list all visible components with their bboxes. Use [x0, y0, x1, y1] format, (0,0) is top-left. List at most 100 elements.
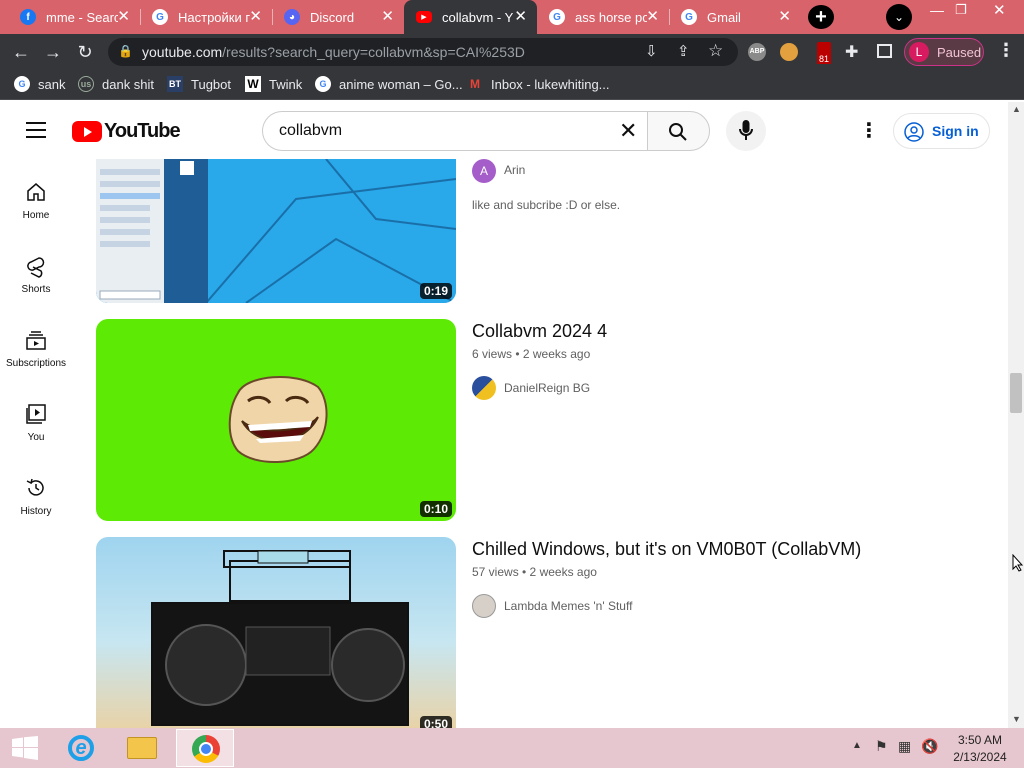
ublock-icon[interactable]: 81: [814, 42, 834, 64]
back-button[interactable]: ←: [9, 40, 33, 64]
video-thumbnail[interactable]: 0:50: [96, 537, 456, 728]
history-icon: [26, 478, 44, 496]
chrome-taskbar-button[interactable]: [176, 729, 234, 767]
clock-time[interactable]: 3:50 AM: [950, 733, 1010, 747]
google-icon: G: [681, 9, 697, 25]
search-button[interactable]: [647, 111, 710, 151]
home-icon: [27, 183, 45, 201]
nav-shorts[interactable]: Shorts: [0, 248, 72, 322]
action-center-flag-icon[interactable]: ⚑: [875, 738, 888, 755]
video-duration: 0:50: [419, 716, 452, 728]
clear-search-icon[interactable]: ✕: [619, 118, 637, 144]
clock-date[interactable]: 2/13/2024: [950, 750, 1010, 764]
microphone-icon: [739, 120, 753, 140]
side-panel-icon[interactable]: [877, 44, 892, 58]
channel-avatar[interactable]: A: [472, 159, 496, 183]
bookmark-inbox[interactable]: M Inbox - lukewhiting...: [467, 76, 610, 92]
install-icon[interactable]: ⇩: [645, 42, 658, 60]
tab-gmail[interactable]: G Gmail ✕: [669, 0, 801, 34]
library-icon: [26, 404, 46, 424]
menu-icon[interactable]: ⋮: [997, 40, 1015, 61]
restore-button[interactable]: ❐: [955, 2, 967, 18]
internet-explorer-icon[interactable]: e: [62, 732, 100, 764]
search-input[interactable]: collabvm ✕: [262, 111, 648, 151]
reload-button[interactable]: ↻: [73, 40, 97, 64]
bookmark-dank-shit[interactable]: us dank shit: [78, 76, 154, 92]
url-text[interactable]: youtube.com/results?search_query=collabv…: [142, 44, 525, 60]
google-icon: G: [549, 9, 565, 25]
new-tab-button[interactable]: +: [808, 5, 834, 29]
channel-name[interactable]: Arin: [504, 163, 525, 177]
tray-expand-icon[interactable]: ▲: [852, 740, 862, 751]
tab-search[interactable]: G ass horse po ✕: [537, 0, 669, 34]
video-metadata: 57 views • 2 weeks ago: [472, 565, 597, 579]
network-icon[interactable]: ▦: [898, 738, 911, 755]
bookmark-tugbot[interactable]: BT Tugbot: [167, 76, 231, 92]
url-host: youtube.com: [142, 44, 223, 60]
tab-facebook[interactable]: f mme - Searc ✕: [8, 0, 140, 34]
close-icon[interactable]: ✕: [117, 8, 130, 25]
share-icon[interactable]: ⇪: [677, 42, 690, 60]
boombox-drawing: [151, 550, 409, 726]
nav-home[interactable]: Home: [0, 174, 72, 248]
youtube-page: YouTube collabvm ✕ ⋮ Sign in Home Shorts…: [0, 102, 1008, 728]
youtube-play-icon: [72, 121, 102, 142]
video-title[interactable]: Collabvm 2024 4: [472, 321, 607, 342]
shorts-icon: [27, 257, 45, 278]
bookmark-twink[interactable]: W Twink: [245, 76, 302, 92]
tab-title: mme - Searc: [46, 9, 118, 25]
nav-history[interactable]: History: [0, 470, 72, 544]
url-path: /results?search_query=collabvm&sp=CAI%25…: [222, 44, 525, 60]
tab-search-button[interactable]: ⌄: [886, 4, 912, 30]
scrollbar-thumb[interactable]: [1010, 373, 1022, 413]
channel-name[interactable]: DanielReign BG: [504, 381, 590, 395]
channel-name[interactable]: Lambda Memes 'n' Stuff: [504, 599, 632, 613]
tab-youtube-active[interactable]: ▶ collabvm - Y ✕: [404, 0, 537, 34]
wikipedia-icon: W: [245, 76, 261, 92]
nav-subscriptions[interactable]: Subscriptions: [0, 322, 72, 396]
scroll-up-arrow-icon[interactable]: ▲: [1012, 104, 1021, 114]
video-thumbnail[interactable]: 0:19: [96, 159, 456, 303]
scroll-down-arrow-icon[interactable]: ▼: [1012, 714, 1021, 724]
close-icon[interactable]: ✕: [381, 8, 394, 25]
page-scrollbar[interactable]: ▲ ▼: [1008, 102, 1024, 728]
close-icon[interactable]: ✕: [514, 8, 527, 25]
bookmark-star-icon[interactable]: ☆: [708, 41, 723, 61]
tab-title: ass horse po: [575, 9, 647, 25]
extensions-puzzle-icon[interactable]: ✚: [845, 42, 858, 62]
tab-title: Настройки г: [178, 9, 250, 25]
voice-search-button[interactable]: [726, 111, 766, 151]
file-explorer-icon[interactable]: [124, 734, 160, 762]
tab-strip: f mme - Searc ✕ G Настройки г ✕ ◕ Discor…: [0, 0, 1024, 34]
forward-button[interactable]: →: [41, 40, 65, 64]
close-window-button[interactable]: ✕: [993, 1, 1006, 19]
trollface-image: [228, 376, 328, 463]
video-duration: 0:19: [419, 283, 452, 299]
close-icon[interactable]: ✕: [778, 8, 791, 25]
minimize-button[interactable]: —: [930, 2, 944, 18]
tab-settings[interactable]: G Настройки г ✕: [140, 0, 272, 34]
tab-discord[interactable]: ◕ Discord ✕: [272, 0, 404, 34]
video-title[interactable]: Chilled Windows, but it's on VM0B0T (Col…: [472, 539, 861, 560]
channel-avatar[interactable]: [472, 594, 496, 618]
bookmark-sank[interactable]: Gsank: [14, 76, 65, 92]
bookmarks-bar: Gsank us dank shit BT Tugbot W Twink Ganime…: [0, 70, 1024, 100]
sign-in-button[interactable]: Sign in: [893, 113, 990, 149]
video-thumbnail[interactable]: 0:10: [96, 319, 456, 521]
nav-you[interactable]: You: [0, 396, 72, 470]
close-icon[interactable]: ✕: [646, 8, 659, 25]
guide-menu-icon[interactable]: [26, 122, 46, 138]
tugbot-icon: BT: [167, 76, 183, 92]
settings-menu-icon[interactable]: ⋮: [859, 118, 879, 143]
bookmark-anime[interactable]: Ganime woman – Go...: [315, 76, 463, 92]
close-icon[interactable]: ✕: [249, 8, 262, 25]
profile-button[interactable]: L Paused: [904, 38, 984, 66]
youtube-logo[interactable]: YouTube: [72, 120, 181, 143]
windows-start-icon[interactable]: [12, 736, 38, 760]
windows-taskbar: e ▲ ⚑ ▦ 🔇 3:50 AM 2/13/2024: [0, 728, 1024, 768]
youtube-icon: ▶: [416, 11, 432, 23]
volume-muted-icon[interactable]: 🔇: [921, 738, 938, 755]
channel-avatar[interactable]: [472, 376, 496, 400]
extension-person-icon[interactable]: [780, 43, 798, 61]
adblock-icon[interactable]: ABP: [748, 43, 766, 61]
